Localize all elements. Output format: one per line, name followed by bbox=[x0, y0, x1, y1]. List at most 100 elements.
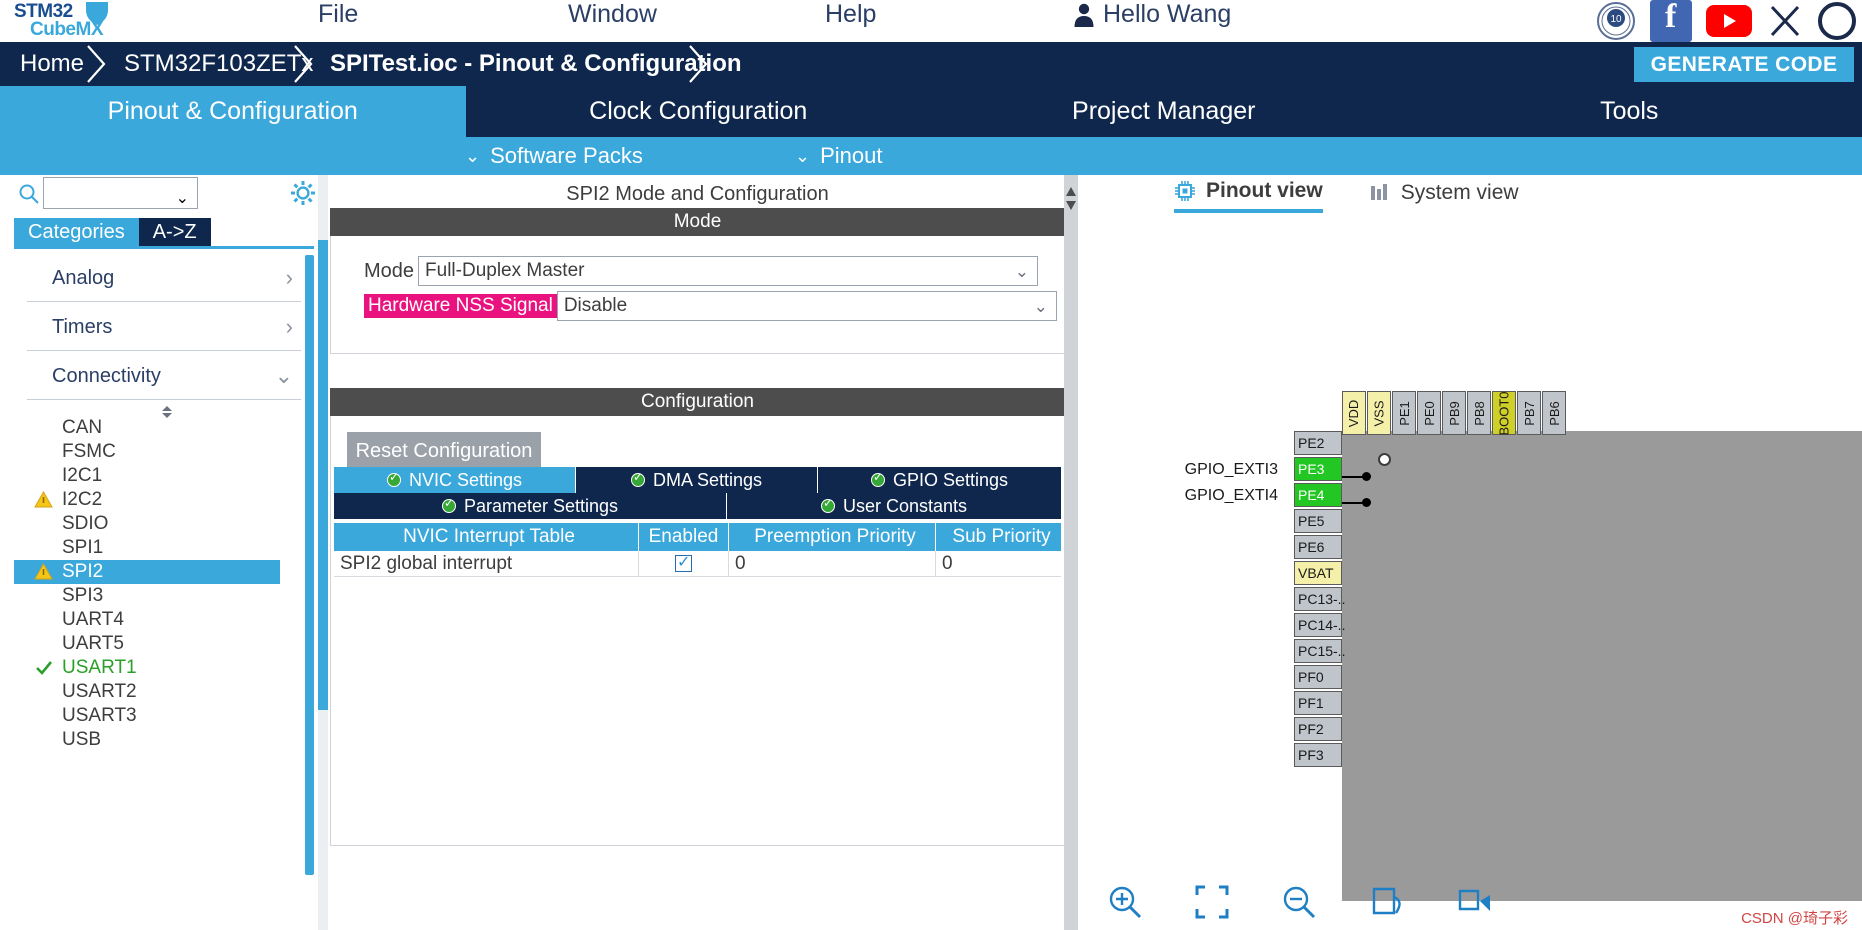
chip-pin-label: PF1 bbox=[1298, 695, 1324, 711]
user-greeting[interactable]: Hello Wang bbox=[1073, 0, 1231, 29]
sidebar-item-usb[interactable]: USB bbox=[14, 728, 314, 752]
sidebar-item-usart2[interactable]: USART2 bbox=[14, 680, 314, 704]
sidebar-item-i2c1[interactable]: I2C1 bbox=[14, 464, 314, 488]
nvic-row-enabled-cell[interactable] bbox=[639, 551, 729, 576]
tab-pinout-view[interactable]: Pinout view bbox=[1174, 179, 1323, 213]
svg-text:10: 10 bbox=[1610, 14, 1622, 25]
sidebar-item-usart3[interactable]: USART3 bbox=[14, 704, 314, 728]
breadcrumb-home[interactable]: Home bbox=[20, 50, 84, 78]
tab-user-constants[interactable]: User Constants bbox=[727, 493, 1061, 519]
anniversary-10-years-badge-icon[interactable]: 10 bbox=[1596, 1, 1636, 41]
splitter-collapse-icon[interactable] bbox=[1066, 187, 1076, 196]
search-icon[interactable] bbox=[18, 183, 40, 205]
chip-pin-pc15-[interactable]: PC15-.. bbox=[1294, 639, 1345, 663]
gear-icon[interactable] bbox=[290, 180, 316, 206]
table-row[interactable]: SPI2 global interrupt 0 0 bbox=[334, 551, 1061, 577]
sidebar-group-timers[interactable]: Timers › bbox=[27, 302, 301, 351]
chip-diagram[interactable]: VDD VSS PE1 PE0 PB9 PB8 BOOT0 PB7 PB6 PE2 PE3 PE4 P… bbox=[1078, 231, 1862, 901]
sub-tab-pinout[interactable]: ⌄ Pinout bbox=[795, 143, 882, 169]
sidebar-item-i2c2[interactable]: I2C2 bbox=[14, 488, 314, 512]
sidebar-item-usart1[interactable]: USART1 bbox=[14, 656, 314, 680]
search-input[interactable]: ⌄ bbox=[43, 177, 198, 209]
chip-pin-pb8[interactable]: PB8 bbox=[1467, 391, 1491, 435]
reset-configuration-button[interactable]: Reset Configuration bbox=[347, 432, 541, 470]
chip-pin-pc13-[interactable]: PC13-.. bbox=[1294, 587, 1345, 611]
chip-pin-boot0[interactable]: BOOT0 bbox=[1492, 391, 1516, 435]
rotate-icon[interactable] bbox=[1368, 883, 1406, 921]
social-icon-row: 10 bbox=[1596, 0, 1856, 42]
fit-to-screen-icon[interactable] bbox=[1193, 883, 1231, 921]
chip-pin-vss[interactable]: VSS bbox=[1367, 391, 1391, 435]
sidebar-item-spi2[interactable]: SPI2 bbox=[14, 560, 280, 584]
center-scrollbar-thumb[interactable] bbox=[318, 240, 328, 710]
chip-pin-pf1[interactable]: PF1 bbox=[1294, 691, 1342, 715]
sidebar-tab-categories[interactable]: Categories bbox=[14, 218, 139, 246]
export-icon[interactable] bbox=[1456, 883, 1494, 921]
chip-pin-pe4[interactable]: PE4 bbox=[1294, 483, 1342, 507]
tab-dma-settings[interactable]: DMA Settings bbox=[576, 467, 818, 493]
sidebar-group-connectivity-label: Connectivity bbox=[52, 365, 161, 387]
chip-pin-pf2[interactable]: PF2 bbox=[1294, 717, 1342, 741]
chip-pin-pc14-[interactable]: PC14-.. bbox=[1294, 613, 1345, 637]
sidebar-item-fsmc[interactable]: FSMC bbox=[14, 440, 314, 464]
sidebar-item-spi3[interactable]: SPI3 bbox=[14, 584, 314, 608]
user-icon bbox=[1074, 3, 1094, 27]
chip-pin-pb7[interactable]: PB7 bbox=[1517, 391, 1541, 435]
breadcrumb-mcu[interactable]: STM32F103ZETx bbox=[124, 50, 313, 78]
chip-pin-pe5[interactable]: PE5 bbox=[1294, 509, 1342, 533]
tab-tools[interactable]: Tools bbox=[1397, 86, 1862, 137]
chip-pin-pe0[interactable]: PE0 bbox=[1417, 391, 1441, 435]
splitter-expand-icon[interactable] bbox=[1066, 201, 1076, 210]
chevron-down-icon: ⌄ bbox=[465, 145, 481, 166]
chip-pin-pe1[interactable]: PE1 bbox=[1392, 391, 1416, 435]
youtube-icon[interactable] bbox=[1706, 5, 1752, 37]
breadcrumb-file[interactable]: SPITest.ioc - Pinout & Configuration bbox=[330, 50, 742, 78]
chip-pin-pf0[interactable]: PF0 bbox=[1294, 665, 1342, 689]
sidebar-item-uart5[interactable]: UART5 bbox=[14, 632, 314, 656]
generate-code-button[interactable]: GENERATE CODE bbox=[1634, 47, 1854, 82]
sidebar-scrollbar[interactable] bbox=[305, 255, 314, 875]
sidebar-item-can[interactable]: CAN bbox=[14, 416, 314, 440]
tab-gpio-settings[interactable]: GPIO Settings bbox=[818, 467, 1061, 493]
sidebar-item-spi1[interactable]: SPI1 bbox=[14, 536, 314, 560]
sidebar-tab-a-to-z[interactable]: A->Z bbox=[138, 218, 211, 246]
chip-pin-pe2[interactable]: PE2 bbox=[1294, 431, 1342, 455]
x-twitter-icon[interactable] bbox=[1766, 2, 1804, 40]
tab-clock-configuration[interactable]: Clock Configuration bbox=[466, 86, 932, 137]
mode-select[interactable]: Full-Duplex Master ⌄ bbox=[418, 256, 1039, 286]
nvic-row-preemption[interactable]: 0 bbox=[729, 551, 936, 576]
chip-pin-vdd[interactable]: VDD bbox=[1342, 391, 1366, 435]
tab-pinout-configuration[interactable]: Pinout & Configuration bbox=[0, 86, 466, 137]
tab-project-manager[interactable]: Project Manager bbox=[931, 86, 1397, 137]
social-circle-icon[interactable] bbox=[1818, 2, 1856, 40]
zoom-out-icon[interactable] bbox=[1280, 883, 1318, 921]
enabled-checkbox[interactable] bbox=[675, 552, 692, 572]
chip-pin-pb6[interactable]: PB6 bbox=[1542, 391, 1566, 435]
sidebar-item-sdio[interactable]: SDIO bbox=[14, 512, 314, 536]
nvic-row-name: SPI2 global interrupt bbox=[334, 551, 639, 576]
sidebar-group-analog[interactable]: Analog › bbox=[27, 253, 301, 302]
panel-splitter[interactable] bbox=[1064, 175, 1078, 930]
menu-item-file[interactable]: File bbox=[318, 0, 358, 29]
tab-parameter-settings[interactable]: Parameter Settings bbox=[334, 493, 727, 519]
tab-system-view[interactable]: System view bbox=[1369, 181, 1519, 211]
chip-pin-vbat[interactable]: VBAT bbox=[1294, 561, 1342, 585]
chip-pin-pe6[interactable]: PE6 bbox=[1294, 535, 1342, 559]
zoom-in-icon[interactable] bbox=[1106, 883, 1144, 921]
main-tab-bar: Pinout & Configuration Clock Configurati… bbox=[0, 86, 1862, 137]
sub-tab-software-packs[interactable]: ⌄ Software Packs bbox=[465, 143, 643, 169]
hardware-nss-signal-select[interactable]: Disable ⌄ bbox=[556, 291, 1057, 321]
chip-pin-pf3[interactable]: PF3 bbox=[1294, 743, 1342, 767]
facebook-icon[interactable] bbox=[1650, 0, 1692, 42]
tab-nvic-settings[interactable]: NVIC Settings bbox=[334, 467, 576, 493]
sidebar-group-connectivity[interactable]: Connectivity ⌄ bbox=[27, 351, 301, 400]
sidebar-item-label: SPI3 bbox=[62, 585, 104, 606]
chip-pin-pe3[interactable]: PE3 bbox=[1294, 457, 1342, 481]
menu-item-help[interactable]: Help bbox=[825, 0, 876, 29]
tree-scroll-handle[interactable] bbox=[14, 400, 314, 418]
nvic-row-sub[interactable]: 0 bbox=[936, 551, 1061, 576]
chip-pin-pb9[interactable]: PB9 bbox=[1442, 391, 1466, 435]
chip-pin-label: PB9 bbox=[1446, 400, 1462, 426]
sidebar-item-uart4[interactable]: UART4 bbox=[14, 608, 314, 632]
menu-item-window[interactable]: Window bbox=[568, 0, 657, 29]
